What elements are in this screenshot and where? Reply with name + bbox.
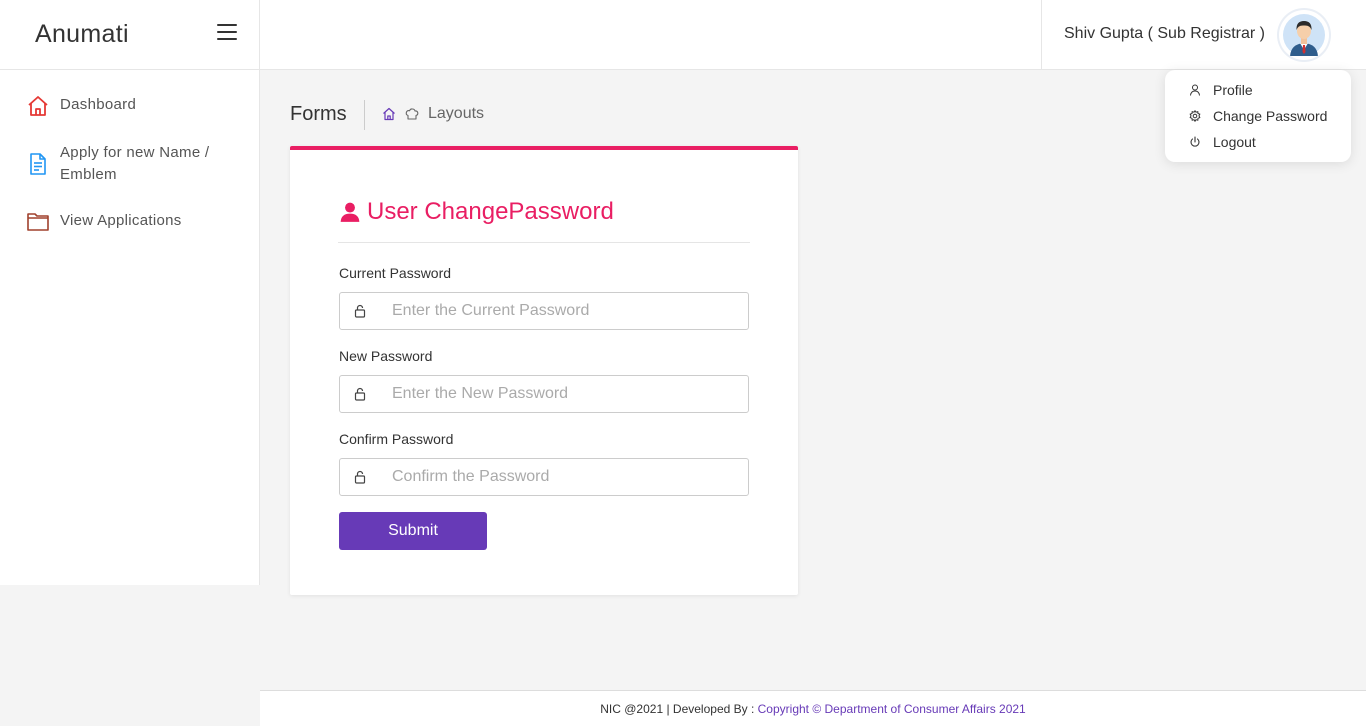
sidebar-item-apply[interactable]: Apply for new Name / Emblem: [26, 142, 230, 186]
footer-copyright-link[interactable]: Copyright © Department of Consumer Affai…: [758, 702, 1026, 716]
form-title-text: User ChangePassword: [367, 198, 614, 225]
chef-hat-icon: [405, 108, 419, 120]
sidebar-item-label: Apply for new Name / Emblem: [60, 144, 210, 183]
sidebar-item-label: View Applications: [60, 212, 182, 229]
sidebar-item-dashboard[interactable]: Dashboard: [26, 94, 230, 118]
user-area: Shiv Gupta ( Sub Registrar ): [1041, 0, 1366, 69]
hamburger-menu-icon[interactable]: [217, 24, 237, 40]
sidebar-item-label: Dashboard: [60, 96, 137, 113]
home-icon[interactable]: [382, 107, 396, 121]
breadcrumb: Layouts: [382, 105, 484, 123]
brand-logo: Anumati: [35, 20, 129, 48]
confirm-password-input[interactable]: [392, 468, 722, 486]
title-divider: [338, 242, 750, 243]
user-icon: [1190, 84, 1200, 96]
home-icon: [28, 96, 48, 116]
footer-text: NIC @2021 | Developed By :: [600, 702, 758, 716]
menu-item-logout[interactable]: Logout: [1189, 134, 1256, 150]
power-icon: [1190, 136, 1200, 147]
current-password-label: Current Password: [339, 265, 452, 281]
form-title: User ChangePassword: [339, 198, 614, 226]
gear-icon: [1189, 110, 1201, 122]
confirm-password-field: [339, 458, 749, 496]
new-password-label: New Password: [339, 348, 433, 364]
current-password-field: [339, 292, 749, 330]
menu-item-change-password[interactable]: Change Password: [1189, 108, 1327, 124]
user-dropdown-menu: Profile Change Password Logout: [1165, 70, 1351, 162]
folder-icon: [27, 213, 49, 231]
breadcrumb-current[interactable]: Layouts: [428, 105, 484, 123]
page-title: Forms: [290, 103, 347, 125]
menu-item-label: Change Password: [1213, 108, 1328, 124]
new-password-input[interactable]: [392, 385, 722, 403]
breadcrumb-divider: [364, 100, 365, 130]
avatar[interactable]: [1279, 10, 1329, 60]
new-password-field: [339, 375, 749, 413]
username-label[interactable]: Shiv Gupta ( Sub Registrar ): [1064, 25, 1265, 43]
document-icon: [30, 153, 46, 175]
confirm-password-label: Confirm Password: [339, 431, 454, 447]
current-password-input[interactable]: [392, 302, 722, 320]
menu-item-label: Logout: [1213, 134, 1256, 150]
avatar-icon: [1283, 14, 1325, 56]
change-password-card: User ChangePassword Current Password New…: [290, 146, 798, 595]
topbar: Shiv Gupta ( Sub Registrar ): [260, 0, 1366, 70]
footer: NIC @2021 | Developed By : Copyright © D…: [260, 690, 1366, 726]
lock-icon: [354, 470, 366, 484]
menu-item-profile[interactable]: Profile: [1189, 82, 1253, 98]
brand-bar: Anumati: [0, 0, 260, 70]
user-icon: [340, 202, 360, 222]
lock-icon: [354, 387, 366, 401]
sidebar: Dashboard Apply for new Name / Emblem Vi…: [0, 70, 260, 585]
lock-icon: [354, 304, 366, 318]
menu-item-label: Profile: [1213, 82, 1253, 98]
submit-button[interactable]: Submit: [339, 512, 487, 550]
sidebar-item-view-applications[interactable]: View Applications: [26, 210, 230, 234]
